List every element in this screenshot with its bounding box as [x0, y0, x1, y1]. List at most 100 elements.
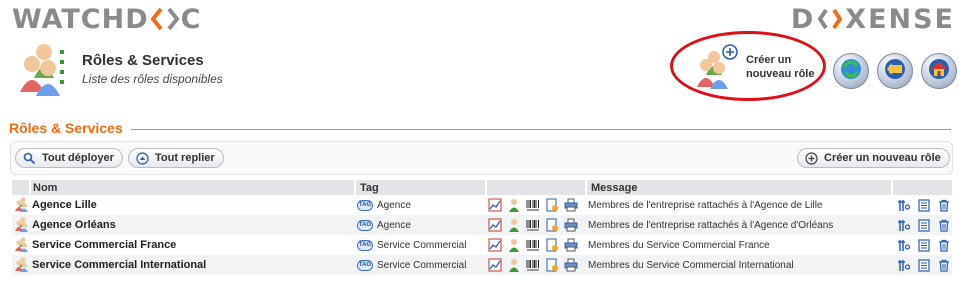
barcode-icon[interactable] [526, 238, 540, 252]
header-spacer [12, 180, 31, 195]
tag-icon: TAG [357, 199, 373, 211]
document-icon[interactable] [545, 238, 559, 252]
create-role-top-button[interactable]: Créer un nouveau rôle [676, 34, 826, 100]
user-icon[interactable] [507, 198, 521, 212]
table-row[interactable]: Service Commercial France TAG Service Co… [12, 235, 952, 255]
watchdoc-chevron-icon [150, 6, 180, 32]
tag-icon: TAG [357, 219, 373, 231]
table-row[interactable]: Agence Lille TAG Agence Membres de l'ent… [12, 195, 952, 215]
column-header-name[interactable]: Nom [30, 180, 356, 195]
role-name-cell[interactable]: Service Commercial France [30, 235, 355, 255]
row-actions-cell [486, 195, 586, 215]
role-people-icon [14, 256, 30, 272]
create-role-label: Créer un nouveau rôle [824, 152, 941, 164]
role-message-cell: Membres de l'entreprise rattachés à l'Ag… [586, 195, 892, 215]
role-people-icon [14, 236, 30, 252]
row-actions-cell [486, 215, 586, 235]
report-icon[interactable] [488, 238, 502, 252]
back-arrow-icon [883, 57, 907, 85]
create-role-top-label-line2: nouveau rôle [746, 68, 815, 80]
home-icon [927, 57, 951, 85]
report-icon[interactable] [488, 198, 502, 212]
user-icon[interactable] [507, 238, 521, 252]
add-role-icon [692, 43, 740, 91]
role-tag-cell: TAG Agence [355, 215, 486, 235]
doxense-logo-text-start: D [790, 3, 816, 35]
role-name-cell[interactable]: Agence Lille [30, 195, 355, 215]
column-header-tag[interactable]: Tag [355, 180, 487, 195]
row-icon-cell [12, 195, 30, 215]
role-name[interactable]: Service Commercial International [32, 259, 206, 271]
role-name[interactable]: Agence Lille [32, 199, 97, 211]
table-row[interactable]: Agence Orléans TAG Agence Membres de l'e… [12, 215, 952, 235]
role-tag-cell: TAG Service Commercial [355, 255, 486, 275]
printer-icon[interactable] [564, 198, 578, 212]
user-icon[interactable] [507, 218, 521, 232]
watchdoc-logo-text-end: C [180, 3, 202, 35]
delete-icon[interactable] [938, 259, 950, 272]
role-tag: Agence [377, 219, 411, 231]
role-message: Membres de l'entreprise rattachés à l'Ag… [588, 199, 823, 211]
refresh-button[interactable] [833, 53, 869, 89]
doxense-o-icon [817, 6, 843, 32]
table-header-row: Nom Tag Message [12, 180, 952, 195]
row-ops-cell [892, 235, 952, 255]
collapse-up-icon [135, 151, 149, 165]
duplicate-icon[interactable] [918, 258, 930, 272]
page-subtitle: Liste des rôles disponibles [82, 72, 223, 86]
document-icon[interactable] [545, 198, 559, 212]
printer-icon[interactable] [564, 218, 578, 232]
row-ops-cell [892, 195, 952, 215]
edit-tools-icon[interactable] [898, 199, 910, 212]
report-icon[interactable] [488, 218, 502, 232]
printer-icon[interactable] [564, 238, 578, 252]
role-name-cell[interactable]: Agence Orléans [30, 215, 355, 235]
row-actions-cell [486, 255, 586, 275]
back-button[interactable] [877, 53, 913, 89]
search-icon [22, 151, 36, 165]
collapse-all-label: Tout replier [155, 152, 215, 164]
role-message-cell: Membres de l'entreprise rattachés à l'Ag… [586, 215, 892, 235]
edit-tools-icon[interactable] [898, 239, 910, 252]
create-role-button[interactable]: Créer un nouveau rôle [797, 148, 950, 168]
document-icon[interactable] [545, 258, 559, 272]
role-name[interactable]: Service Commercial France [32, 239, 176, 251]
delete-icon[interactable] [938, 219, 950, 232]
printer-icon[interactable] [564, 258, 578, 272]
row-ops-cell [892, 255, 952, 275]
roles-people-icon [12, 38, 74, 100]
user-icon[interactable] [507, 258, 521, 272]
delete-icon[interactable] [938, 239, 950, 252]
duplicate-icon[interactable] [918, 238, 930, 252]
doxense-logo: D XENSE [791, 4, 955, 34]
expand-all-button[interactable]: Tout déployer [15, 148, 123, 168]
role-message: Membres de l'entreprise rattachés à l'Ag… [588, 219, 834, 231]
column-header-message[interactable]: Message [586, 180, 893, 195]
barcode-icon[interactable] [526, 198, 540, 212]
role-name[interactable]: Agence Orléans [32, 219, 116, 231]
edit-tools-icon[interactable] [898, 259, 910, 272]
collapse-all-button[interactable]: Tout replier [128, 148, 224, 168]
add-circle-icon [804, 151, 818, 165]
delete-icon[interactable] [938, 199, 950, 212]
header-ops-spacer [892, 180, 952, 195]
document-icon[interactable] [545, 218, 559, 232]
page-header: Rôles & Services Liste des rôles disponi… [12, 38, 223, 100]
table-row[interactable]: Service Commercial International TAG Ser… [12, 255, 952, 275]
report-icon[interactable] [488, 258, 502, 272]
create-role-top-label-line1: Créer un [746, 54, 792, 66]
row-icon-cell [12, 255, 30, 275]
barcode-icon[interactable] [526, 258, 540, 272]
role-message: Membres du Service Commercial Internatio… [588, 259, 794, 271]
watchdoc-logo-text-start: WATCHD [12, 3, 149, 35]
row-actions-cell [486, 235, 586, 255]
row-icon-cell [12, 235, 30, 255]
role-name-cell[interactable]: Service Commercial International [30, 255, 355, 275]
role-message-cell: Membres du Service Commercial Internatio… [586, 255, 892, 275]
duplicate-icon[interactable] [918, 218, 930, 232]
edit-tools-icon[interactable] [898, 219, 910, 232]
row-ops-cell [892, 215, 952, 235]
home-button[interactable] [921, 53, 957, 89]
duplicate-icon[interactable] [918, 198, 930, 212]
barcode-icon[interactable] [526, 218, 540, 232]
